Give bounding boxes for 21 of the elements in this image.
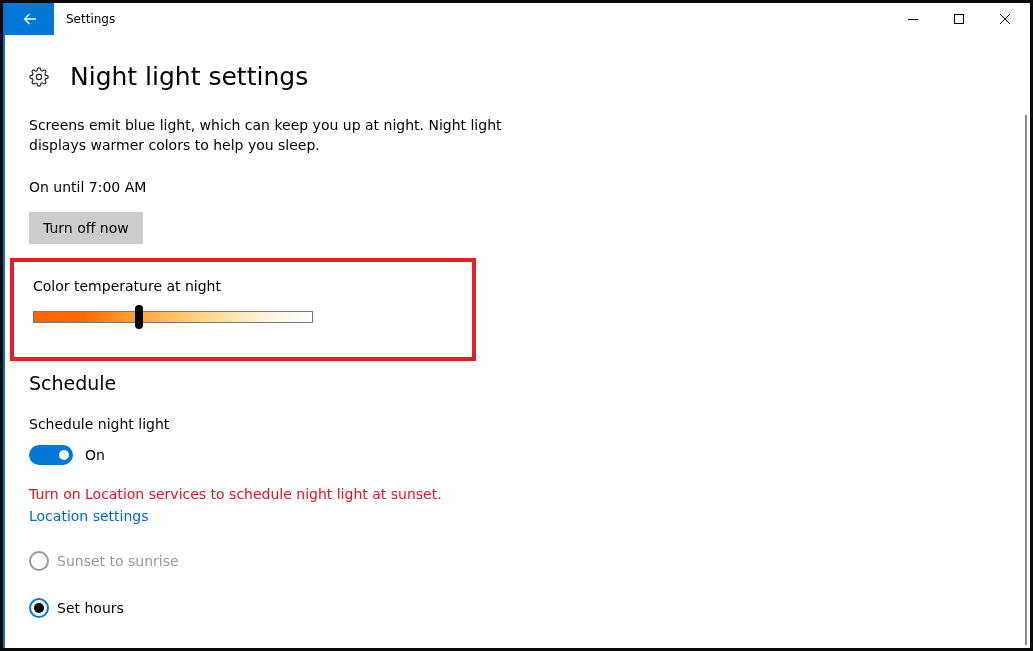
back-arrow-icon	[22, 13, 37, 25]
location-settings-link[interactable]: Location settings	[29, 504, 149, 527]
close-icon	[1000, 14, 1010, 24]
toggle-switch[interactable]	[29, 445, 73, 465]
warning-text: Turn on Location services to schedule night light at sunset.	[29, 484, 442, 504]
color-temperature-slider[interactable]	[33, 305, 313, 329]
page-title: Night light settings	[70, 61, 309, 93]
toggle-label: Schedule night light	[29, 414, 170, 434]
section-heading: Schedule	[29, 371, 117, 396]
radio-option[interactable]: Set hours	[29, 597, 124, 619]
slider-label: Color temperature at night	[33, 277, 221, 296]
status-text: On until 7:00 AM	[29, 178, 148, 197]
scrollbar[interactable]	[1025, 115, 1027, 645]
turn-off-button[interactable]: Turn off now	[29, 212, 143, 244]
maximize-icon	[954, 14, 964, 24]
toggle-state-text: On	[85, 445, 105, 465]
window-title: Settings	[66, 11, 116, 28]
slider-thumb[interactable]	[135, 305, 144, 329]
description-text: Screens emit blue light, which can keep you up at night. Night light displays warmer colors to help you sleep.	[29, 116, 503, 155]
back-button[interactable]	[5, 3, 54, 35]
settings-icon	[29, 67, 49, 87]
